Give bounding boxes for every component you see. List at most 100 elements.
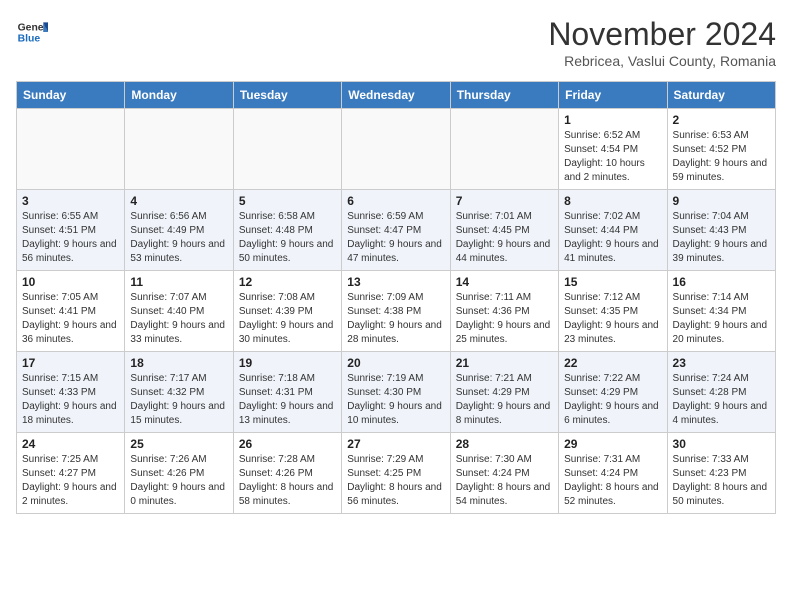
day-number: 13 <box>347 275 444 289</box>
day-info: Sunrise: 6:58 AM Sunset: 4:48 PM Dayligh… <box>239 210 336 266</box>
day-info: Sunrise: 7:22 AM Sunset: 4:29 PM Dayligh… <box>564 372 661 428</box>
day-info: Sunrise: 7:31 AM Sunset: 4:24 PM Dayligh… <box>564 453 661 509</box>
day-number: 26 <box>239 437 336 451</box>
day-info: Sunrise: 7:12 AM Sunset: 4:35 PM Dayligh… <box>564 291 661 347</box>
calendar-cell: 6Sunrise: 6:59 AM Sunset: 4:47 PM Daylig… <box>342 190 450 271</box>
logo: General Blue <box>16 16 48 48</box>
day-info: Sunrise: 7:11 AM Sunset: 4:36 PM Dayligh… <box>456 291 553 347</box>
day-number: 18 <box>130 356 227 370</box>
calendar-cell: 21 Sunrise: 7:21 AM Sunset: 4:29 PM Dayli… <box>450 352 558 433</box>
logo-icon: General Blue <box>16 16 48 48</box>
page-header: General Blue November 2024 Rebricea, Vas… <box>16 16 776 69</box>
day-info: Sunrise: 7:21 AM Sunset: 4:29 PM Dayligh… <box>456 372 553 428</box>
day-info: Sunrise: 7:08 AM Sunset: 4:39 PM Dayligh… <box>239 291 336 347</box>
day-info: Sunrise: 7:30 AM Sunset: 4:24 PM Dayligh… <box>456 453 553 509</box>
calendar-cell: 7 Sunrise: 7:01 AM Sunset: 4:45 PM Daylig… <box>450 190 558 271</box>
day-number: 7 <box>456 194 553 208</box>
day-info: Sunrise: 6:55 AM Sunset: 4:51 PM Dayligh… <box>22 210 119 266</box>
weekday-header-row: SundayMondayTuesdayWednesdayThursdayFrid… <box>17 82 776 109</box>
calendar-week-row: 24 Sunrise: 7:25 AM Sunset: 4:27 PM Dayli… <box>17 433 776 514</box>
calendar-cell: 30Sunrise: 7:33 AM Sunset: 4:23 PM Dayli… <box>667 433 775 514</box>
day-info: Sunrise: 6:59 AM Sunset: 4:47 PM Dayligh… <box>347 210 444 266</box>
day-info: Sunrise: 7:07 AM Sunset: 4:40 PM Dayligh… <box>130 291 227 347</box>
day-number: 3 <box>22 194 119 208</box>
day-number: 22 <box>564 356 661 370</box>
calendar-cell: 1 Sunrise: 6:52 AM Sunset: 4:54 PM Daylig… <box>559 109 667 190</box>
day-number: 11 <box>130 275 227 289</box>
calendar-week-row: 1 Sunrise: 6:52 AM Sunset: 4:54 PM Daylig… <box>17 109 776 190</box>
calendar-cell: 10 Sunrise: 7:05 AM Sunset: 4:41 PM Dayli… <box>17 271 125 352</box>
day-number: 29 <box>564 437 661 451</box>
calendar-cell: 17 Sunrise: 7:15 AM Sunset: 4:33 PM Dayli… <box>17 352 125 433</box>
day-info: Sunrise: 7:24 AM Sunset: 4:28 PM Dayligh… <box>673 372 770 428</box>
calendar-cell: 9Sunrise: 7:04 AM Sunset: 4:43 PM Daylig… <box>667 190 775 271</box>
day-number: 24 <box>22 437 119 451</box>
day-info: Sunrise: 7:05 AM Sunset: 4:41 PM Dayligh… <box>22 291 119 347</box>
day-number: 23 <box>673 356 770 370</box>
day-info: Sunrise: 7:01 AM Sunset: 4:45 PM Dayligh… <box>456 210 553 266</box>
calendar-cell: 11 Sunrise: 7:07 AM Sunset: 4:40 PM Dayli… <box>125 271 233 352</box>
calendar-cell <box>342 109 450 190</box>
month-title: November 2024 <box>548 16 776 53</box>
calendar-cell: 19 Sunrise: 7:18 AM Sunset: 4:31 PM Dayli… <box>233 352 341 433</box>
calendar-cell: 2Sunrise: 6:53 AM Sunset: 4:52 PM Daylig… <box>667 109 775 190</box>
weekday-header-tuesday: Tuesday <box>233 82 341 109</box>
calendar-cell: 8Sunrise: 7:02 AM Sunset: 4:44 PM Daylig… <box>559 190 667 271</box>
calendar-cell: 16Sunrise: 7:14 AM Sunset: 4:34 PM Dayli… <box>667 271 775 352</box>
calendar-cell <box>450 109 558 190</box>
calendar-cell: 28Sunrise: 7:30 AM Sunset: 4:24 PM Dayli… <box>450 433 558 514</box>
calendar-cell: 15 Sunrise: 7:12 AM Sunset: 4:35 PM Dayli… <box>559 271 667 352</box>
calendar-cell: 12 Sunrise: 7:08 AM Sunset: 4:39 PM Dayli… <box>233 271 341 352</box>
day-info: Sunrise: 7:15 AM Sunset: 4:33 PM Dayligh… <box>22 372 119 428</box>
day-number: 20 <box>347 356 444 370</box>
calendar-cell: 22 Sunrise: 7:22 AM Sunset: 4:29 PM Dayli… <box>559 352 667 433</box>
calendar-cell: 4Sunrise: 6:56 AM Sunset: 4:49 PM Daylig… <box>125 190 233 271</box>
calendar-cell: 23 Sunrise: 7:24 AM Sunset: 4:28 PM Dayli… <box>667 352 775 433</box>
weekday-header-sunday: Sunday <box>17 82 125 109</box>
day-number: 15 <box>564 275 661 289</box>
weekday-header-saturday: Saturday <box>667 82 775 109</box>
calendar-cell: 24 Sunrise: 7:25 AM Sunset: 4:27 PM Dayli… <box>17 433 125 514</box>
calendar-cell: 5 Sunrise: 6:58 AM Sunset: 4:48 PM Daylig… <box>233 190 341 271</box>
day-number: 25 <box>130 437 227 451</box>
day-info: Sunrise: 7:19 AM Sunset: 4:30 PM Dayligh… <box>347 372 444 428</box>
day-number: 21 <box>456 356 553 370</box>
day-number: 14 <box>456 275 553 289</box>
day-info: Sunrise: 6:53 AM Sunset: 4:52 PM Dayligh… <box>673 129 770 185</box>
day-info: Sunrise: 6:56 AM Sunset: 4:49 PM Dayligh… <box>130 210 227 266</box>
weekday-header-thursday: Thursday <box>450 82 558 109</box>
day-info: Sunrise: 7:25 AM Sunset: 4:27 PM Dayligh… <box>22 453 119 509</box>
day-number: 19 <box>239 356 336 370</box>
day-number: 1 <box>564 113 661 127</box>
day-number: 10 <box>22 275 119 289</box>
day-number: 8 <box>564 194 661 208</box>
calendar-table: SundayMondayTuesdayWednesdayThursdayFrid… <box>16 81 776 514</box>
calendar-cell <box>125 109 233 190</box>
day-info: Sunrise: 6:52 AM Sunset: 4:54 PM Dayligh… <box>564 129 661 185</box>
calendar-cell: 18Sunrise: 7:17 AM Sunset: 4:32 PM Dayli… <box>125 352 233 433</box>
calendar-cell: 27Sunrise: 7:29 AM Sunset: 4:25 PM Dayli… <box>342 433 450 514</box>
svg-text:Blue: Blue <box>18 34 41 45</box>
day-info: Sunrise: 7:26 AM Sunset: 4:26 PM Dayligh… <box>130 453 227 509</box>
calendar-cell: 29 Sunrise: 7:31 AM Sunset: 4:24 PM Dayli… <box>559 433 667 514</box>
calendar-week-row: 3 Sunrise: 6:55 AM Sunset: 4:51 PM Daylig… <box>17 190 776 271</box>
day-number: 17 <box>22 356 119 370</box>
title-block: November 2024 Rebricea, Vaslui County, R… <box>548 16 776 69</box>
day-number: 5 <box>239 194 336 208</box>
calendar-cell: 20 Sunrise: 7:19 AM Sunset: 4:30 PM Dayli… <box>342 352 450 433</box>
day-info: Sunrise: 7:33 AM Sunset: 4:23 PM Dayligh… <box>673 453 770 509</box>
calendar-cell: 3 Sunrise: 6:55 AM Sunset: 4:51 PM Daylig… <box>17 190 125 271</box>
calendar-cell <box>17 109 125 190</box>
day-number: 12 <box>239 275 336 289</box>
calendar-week-row: 10 Sunrise: 7:05 AM Sunset: 4:41 PM Dayli… <box>17 271 776 352</box>
calendar-week-row: 17 Sunrise: 7:15 AM Sunset: 4:33 PM Dayli… <box>17 352 776 433</box>
weekday-header-wednesday: Wednesday <box>342 82 450 109</box>
day-info: Sunrise: 7:04 AM Sunset: 4:43 PM Dayligh… <box>673 210 770 266</box>
weekday-header-friday: Friday <box>559 82 667 109</box>
calendar-cell: 13Sunrise: 7:09 AM Sunset: 4:38 PM Dayli… <box>342 271 450 352</box>
day-info: Sunrise: 7:28 AM Sunset: 4:26 PM Dayligh… <box>239 453 336 509</box>
day-info: Sunrise: 7:18 AM Sunset: 4:31 PM Dayligh… <box>239 372 336 428</box>
calendar-cell: 25 Sunrise: 7:26 AM Sunset: 4:26 PM Dayli… <box>125 433 233 514</box>
calendar-cell <box>233 109 341 190</box>
day-number: 16 <box>673 275 770 289</box>
